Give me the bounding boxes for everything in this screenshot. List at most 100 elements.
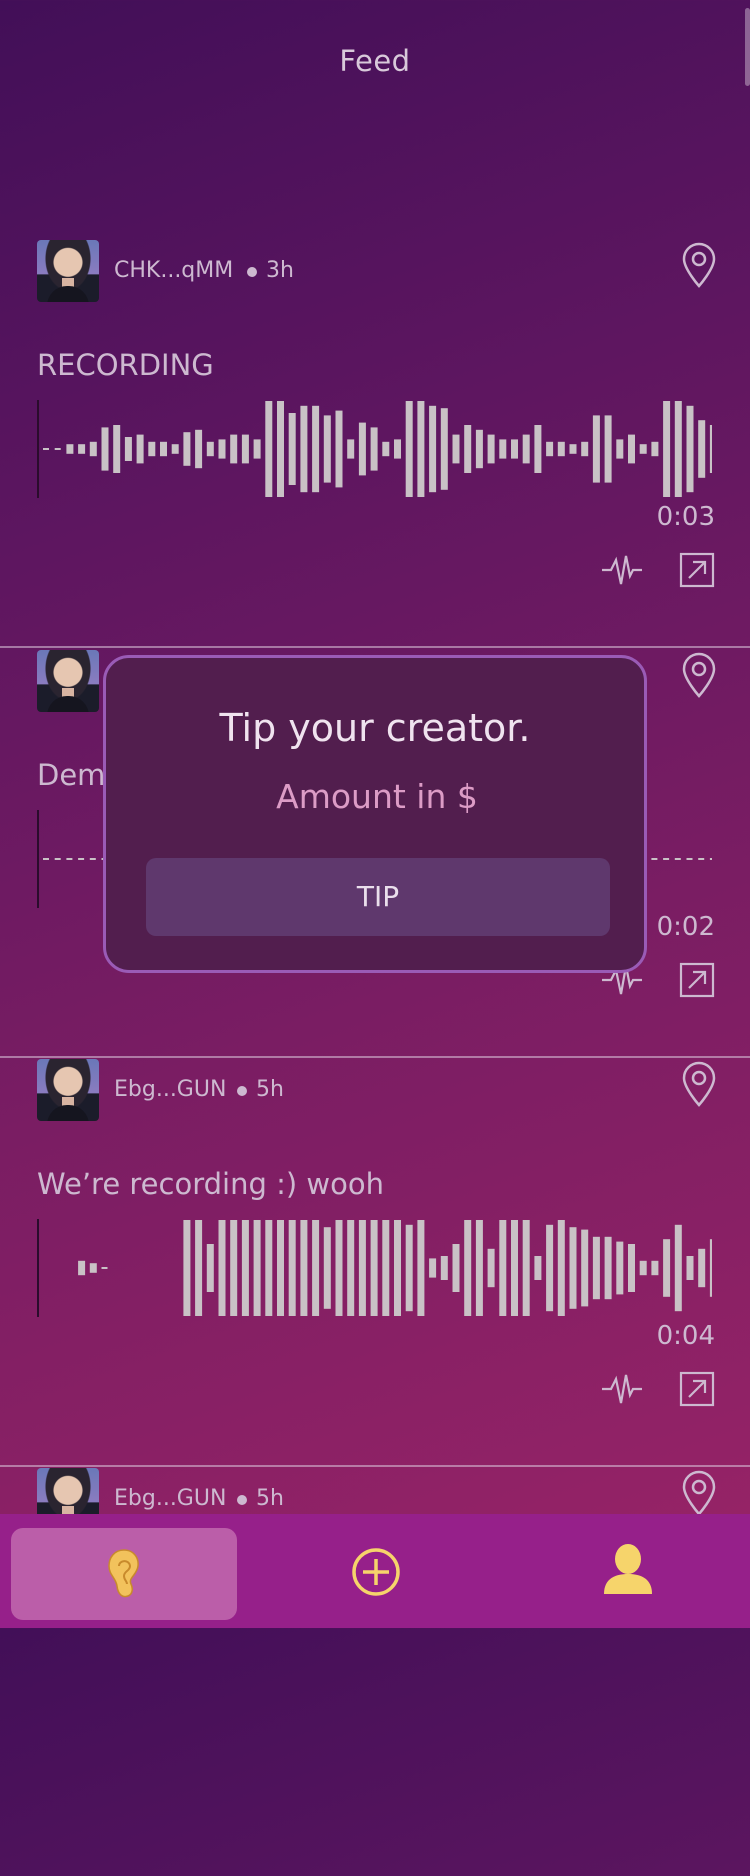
waveform-icon[interactable] (602, 1371, 642, 1407)
waveform-bar (464, 1220, 472, 1316)
waveform-bar (487, 434, 495, 464)
post-title: RECORDING (37, 348, 214, 382)
waveform-bar (66, 858, 73, 860)
waveform-bar (394, 1220, 401, 1316)
waveform-bar (183, 1220, 191, 1316)
waveform-bar (475, 1220, 483, 1316)
waveform-bar (312, 1220, 320, 1316)
waveform-bar (358, 422, 366, 476)
waveform-bar (218, 439, 226, 459)
waveform-bar (195, 429, 203, 469)
location-pin-icon[interactable] (681, 1061, 717, 1107)
avatar[interactable] (37, 650, 99, 712)
waveform[interactable] (37, 400, 712, 498)
waveform-bar (534, 425, 542, 473)
waveform-bar (124, 437, 132, 461)
waveform-bar (288, 413, 296, 485)
waveform-bar (709, 425, 712, 473)
waveform-bar (698, 420, 706, 478)
location-pin-icon[interactable] (681, 242, 717, 288)
waveform-bar (195, 1220, 203, 1316)
post-duration: 0:03 (656, 502, 715, 532)
waveform-bar (417, 401, 425, 497)
waveform-icon[interactable] (602, 552, 642, 588)
waveform-bar (253, 439, 261, 459)
post-author[interactable]: Ebg...GUN (114, 1077, 226, 1102)
waveform-bar (475, 429, 483, 469)
waveform-bar (628, 1244, 635, 1292)
post-age: 5h (256, 1077, 284, 1102)
plus-circle-icon[interactable] (351, 1547, 401, 1597)
waveform-bar (253, 1220, 261, 1316)
share-icon[interactable] (679, 962, 715, 998)
waveform-bar (78, 1260, 86, 1276)
waveform-bar (54, 858, 61, 860)
waveform-bar (171, 444, 179, 454)
waveform-bar (546, 1224, 554, 1312)
waveform-bar (569, 1227, 577, 1309)
feed-post: CHK...qMM 3h RECORDING 0:03 (0, 240, 750, 648)
tip-button[interactable]: TIP (146, 858, 610, 936)
waveform[interactable] (37, 1219, 712, 1317)
waveform-bar (370, 427, 378, 471)
share-icon[interactable] (679, 1371, 715, 1407)
waveform-bar (674, 858, 681, 860)
waveform-bar (206, 1244, 214, 1292)
waveform-bar (323, 1227, 331, 1309)
waveform-bar (534, 1256, 542, 1280)
waveform-bar (651, 1260, 659, 1276)
share-icon[interactable] (679, 552, 715, 588)
waveform-bar (335, 410, 343, 488)
waveform-bar (440, 408, 448, 490)
tip-amount-input[interactable] (106, 776, 648, 817)
waveform-bar (183, 432, 191, 466)
waveform-bar (604, 415, 612, 483)
avatar[interactable] (37, 240, 99, 302)
feed-post: Ebg...GUN 5h We’re recording :) wooh 0:0… (0, 1059, 750, 1467)
waveform-bar (499, 439, 507, 459)
nav-listen-tab[interactable] (11, 1528, 237, 1620)
waveform-bar (43, 448, 49, 450)
waveform-bar (592, 415, 600, 483)
waveform-bar (300, 1220, 308, 1316)
waveform-bar (405, 1224, 413, 1312)
waveform-bar (511, 439, 518, 459)
waveform-bar (43, 858, 49, 860)
location-pin-icon[interactable] (681, 1470, 717, 1516)
avatar[interactable] (37, 1059, 99, 1121)
waveform-bar (312, 405, 320, 493)
waveform-bar (698, 858, 705, 860)
waveform-bar (358, 1220, 366, 1316)
waveform-bar (241, 1220, 249, 1316)
separator-dot (237, 1495, 247, 1505)
waveform-bar (230, 434, 238, 464)
waveform-bar (417, 1220, 425, 1316)
waveform-bar (89, 1263, 97, 1273)
waveform-bar (277, 401, 284, 497)
waveform-bar (148, 441, 156, 457)
waveform-bar (674, 1224, 682, 1312)
waveform-bar (452, 434, 460, 464)
waveform-bar (487, 1248, 495, 1288)
waveform-bar (709, 858, 712, 860)
scrollbar-thumb[interactable] (745, 8, 750, 86)
waveform-bar (101, 1267, 108, 1269)
tip-modal-title: Tip your creator. (219, 706, 531, 750)
post-duration: 0:04 (656, 1321, 715, 1351)
waveform-bar (265, 401, 273, 497)
waveform-bar (440, 1256, 448, 1280)
waveform-bar (265, 1220, 273, 1316)
ear-icon (108, 1549, 139, 1598)
user-icon[interactable] (602, 1542, 654, 1596)
post-author[interactable]: Ebg...GUN (114, 1486, 226, 1511)
post-divider (0, 1056, 750, 1058)
waveform-bar (429, 1258, 437, 1278)
waveform-bar (464, 425, 472, 473)
post-author[interactable]: CHK...qMM (114, 258, 233, 283)
waveform-bar (663, 1239, 671, 1297)
location-pin-icon[interactable] (681, 652, 717, 698)
waveform-bar (686, 405, 694, 493)
waveform-bar (709, 1239, 712, 1297)
tip-modal: Tip your creator. TIP (103, 655, 648, 973)
waveform-bar (405, 401, 413, 497)
